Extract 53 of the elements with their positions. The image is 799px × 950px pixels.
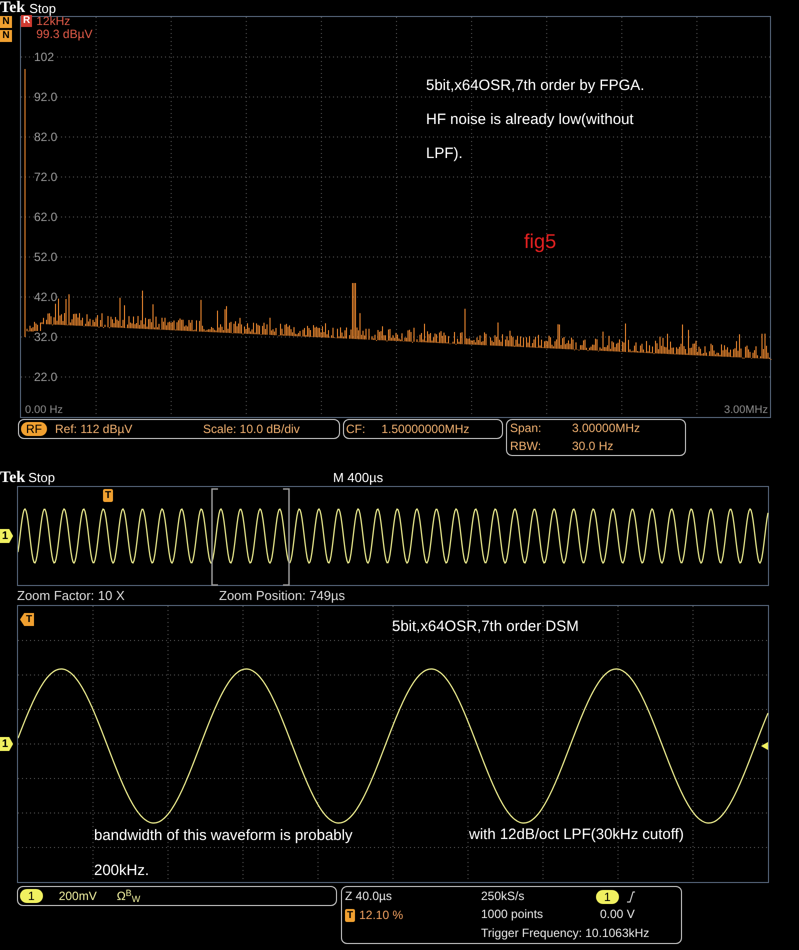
acquisition-status: Stop <box>29 2 56 14</box>
y-axis-label: 42.0 <box>34 291 58 303</box>
y-axis-label: 52.0 <box>34 251 58 263</box>
brand-logo: Tek <box>0 0 26 16</box>
zoom-timebase: Z 40.0µs <box>345 888 393 905</box>
zoom-factor: Zoom Factor: 10 X <box>17 586 126 605</box>
y-axis-label: 32.0 <box>34 331 58 343</box>
rf-badge: RF <box>21 422 47 436</box>
y-axis-label: 22.0 <box>34 371 58 383</box>
span-value: 3.00000MHz <box>572 420 642 437</box>
reference-marker: R <box>21 15 32 27</box>
trigger-level: 0.00 V <box>599 906 636 924</box>
reference-level: Ref: 112 dBµV <box>55 421 134 438</box>
annotation-text: 5bit,x64OSR,7th order by FPGA. HF noise is already low(without LPF). <box>426 76 646 164</box>
rising-edge-icon <box>626 891 635 904</box>
vertical-scale: Scale: 10.0 dB/div <box>203 421 300 438</box>
y-axis-label: 72.0 <box>34 171 58 183</box>
brand-logo: Tek <box>0 470 26 486</box>
timebase-readout: M 400µs <box>332 471 384 484</box>
y-axis-label: 102 <box>34 51 54 63</box>
rbw-label: RBW: <box>510 438 542 454</box>
sample-rate: 250kS/s <box>481 888 526 905</box>
marker-level: 99.3 dBµV <box>36 28 93 41</box>
y-axis-label: 82.0 <box>34 131 58 143</box>
channel-marker: 1 <box>0 529 14 543</box>
center-frequency-label: CF: <box>346 421 366 438</box>
record-length: 1000 points <box>481 906 544 924</box>
trigger-level-arrow-icon <box>761 742 768 750</box>
channel-badge: 1 <box>20 889 43 903</box>
y-axis-label: 62.0 <box>34 211 58 223</box>
rbw-value: 30.0 Hz <box>572 438 614 454</box>
trigger-channel-badge: 1 <box>596 890 619 904</box>
trigger-marker: T <box>103 489 114 502</box>
zoom-position: Zoom Position: 749µs <box>219 586 345 605</box>
annotation-text: 5bit,x64OSR,7th order DSM <box>392 617 579 637</box>
span-label: Span: <box>510 420 542 437</box>
vertical-scale: 200mV <box>58 888 98 905</box>
trigger-position: 12.10 % <box>359 906 404 924</box>
marker-frequency: 12kHz <box>36 15 72 28</box>
annotation-text: with 12dB/oct LPF(30kHz cutoff) <box>469 825 684 845</box>
x-axis-start-label: 0.00 Hz <box>25 405 63 416</box>
mode-badge: N <box>0 30 12 42</box>
x-axis-end-label: 3.00MHz <box>724 405 768 416</box>
mode-badge: N <box>0 16 12 28</box>
annotation-text: bandwidth of this waveform is probably 200kHz. <box>94 826 354 881</box>
center-frequency-value: 1.50000000MHz <box>381 421 470 438</box>
y-axis-label: 92.0 <box>34 91 58 103</box>
trigger-position-badge: T <box>345 908 356 922</box>
trigger-marker: T <box>20 613 34 626</box>
channel-marker: 1 <box>0 737 14 751</box>
figure-label: fig5 <box>524 230 556 255</box>
trigger-frequency: Trigger Frequency: 10.1063kHz <box>481 924 650 942</box>
acquisition-status: Stop <box>28 471 55 484</box>
